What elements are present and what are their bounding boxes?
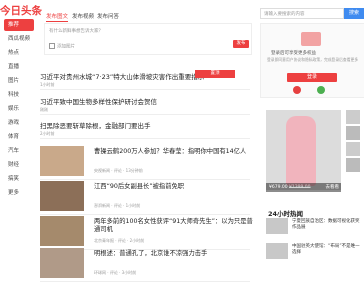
site-logo[interactable]: 今日头条 xyxy=(0,3,44,18)
nav-item-10[interactable]: 财经 xyxy=(4,159,34,171)
tab-publish-video[interactable]: 发布视频 xyxy=(72,12,94,20)
nav-item-6[interactable]: 娱乐 xyxy=(4,103,34,115)
feed-thumbnail[interactable] xyxy=(40,248,84,278)
feed-meta: 环球网 · 评论 · 3小时前 xyxy=(94,270,137,275)
nav-item-5[interactable]: 科技 xyxy=(4,89,34,101)
hot-item-title[interactable]: 宁夏回族自治区：数据可视化获奖作品展 xyxy=(292,219,362,231)
divider xyxy=(40,179,250,180)
tab-publish-qa[interactable]: 发布问答 xyxy=(97,12,119,20)
divider xyxy=(40,281,250,282)
login-illustration xyxy=(301,32,321,46)
feed-thumbnail[interactable] xyxy=(40,146,84,176)
feed-title[interactable]: 曹操云鹤200万人参加？华春莹：指明你中国有14亿人 xyxy=(94,148,254,156)
tab-publish-article[interactable]: 发布图文 xyxy=(46,12,69,22)
nav-item-1[interactable]: 西瓜视频 xyxy=(4,33,34,45)
image-icon xyxy=(49,43,55,49)
feed-meta: 央视新闻 · 评论 · 13分钟前 xyxy=(94,168,143,173)
model-shirt xyxy=(286,116,316,186)
hot-item-title[interactable]: 中国驻英大使馆：“布局”不是唯一选择 xyxy=(292,244,362,256)
left-nav: 今日头条 推荐西瓜视频热点直播图片科技娱乐游戏体育汽车财经搞笑更多 xyxy=(0,0,42,301)
feed-top-time-0: 1小时前 xyxy=(40,82,55,87)
divider xyxy=(40,89,250,90)
feed-title[interactable]: 江西“90后女副县长”被指前免职 xyxy=(94,183,254,191)
search-button[interactable]: 搜索 xyxy=(344,8,364,19)
nav-item-7[interactable]: 游戏 xyxy=(4,117,34,129)
ad-image[interactable] xyxy=(266,110,341,190)
ad-thumb-strip xyxy=(346,110,360,190)
feed-title[interactable]: 两年多前的100名女性获评“91大师奇先生”：以为只是普通司机 xyxy=(94,218,254,234)
nav-item-0[interactable]: 推荐 xyxy=(4,19,34,31)
nav-item-2[interactable]: 热点 xyxy=(4,47,34,59)
feed-top-title-0[interactable]: 习近平对贵州水城“7·23”特大山体滑坡灾害作出重要指示 xyxy=(40,71,204,81)
feed-thumbnail[interactable] xyxy=(40,181,84,211)
nav-item-8[interactable]: 体育 xyxy=(4,131,34,143)
qq-login-icon[interactable] xyxy=(293,86,301,94)
nav-item-12[interactable]: 更多 xyxy=(4,187,34,199)
feed-top-time-2: 2小时前 xyxy=(40,131,55,136)
nav-item-11[interactable]: 搞笑 xyxy=(4,173,34,185)
divider xyxy=(40,138,250,139)
feed-top-time-1: 刚刚 xyxy=(40,107,48,112)
hot-title: 24小时热闻 xyxy=(268,210,304,218)
composer-box[interactable]: 有什么新鲜事想告诉大家？ 添加图片 发布 xyxy=(44,23,252,55)
login-desc: 登录即同意用户协议和隐私政策，完成登录后查看更多 xyxy=(267,57,359,62)
feed-meta: 北京青年报 · 评论 · 2小时前 xyxy=(94,238,145,243)
pinned-badge: 置顶 xyxy=(195,70,235,78)
feed-top-title-2[interactable]: 扫黑除恶要斩草除根，金融部门要出手 xyxy=(40,120,151,130)
login-panel: 登录后可享受更多权益 登录即同意用户协议和隐私政策，完成登录后查看更多 登录 xyxy=(260,23,364,98)
search-input[interactable]: 请输入要搜索的内容 xyxy=(260,8,344,19)
nav-item-9[interactable]: 汽车 xyxy=(4,145,34,157)
nav-item-3[interactable]: 直播 xyxy=(4,61,34,73)
feed-thumbnail[interactable] xyxy=(40,216,84,246)
nav-item-4[interactable]: 图片 xyxy=(4,75,34,87)
publish-button[interactable]: 发布 xyxy=(233,40,249,48)
feed-meta: 澎湃新闻 · 评论 · 1小时前 xyxy=(94,203,141,208)
wechat-login-icon[interactable] xyxy=(317,86,325,94)
add-image-button[interactable]: 添加图片 xyxy=(49,43,75,50)
feed-title[interactable]: 明根述：普通孔了，北京谁不凉强力击手 xyxy=(94,250,254,258)
hot-thumbnail[interactable] xyxy=(266,218,288,234)
composer-placeholder[interactable]: 有什么新鲜事想告诉大家？ xyxy=(49,28,103,34)
login-title: 登录后可享受更多权益 xyxy=(271,51,316,56)
login-button[interactable]: 登录 xyxy=(287,73,337,82)
hot-thumbnail[interactable] xyxy=(266,243,288,259)
ad-price-bar[interactable]: ¥679.00 ¥1399.00 去看看 xyxy=(266,183,341,192)
feed-top-title-1[interactable]: 习近平致中国生物多样性保护研讨会贺信 xyxy=(40,96,157,106)
divider xyxy=(40,214,250,215)
divider xyxy=(40,114,250,115)
